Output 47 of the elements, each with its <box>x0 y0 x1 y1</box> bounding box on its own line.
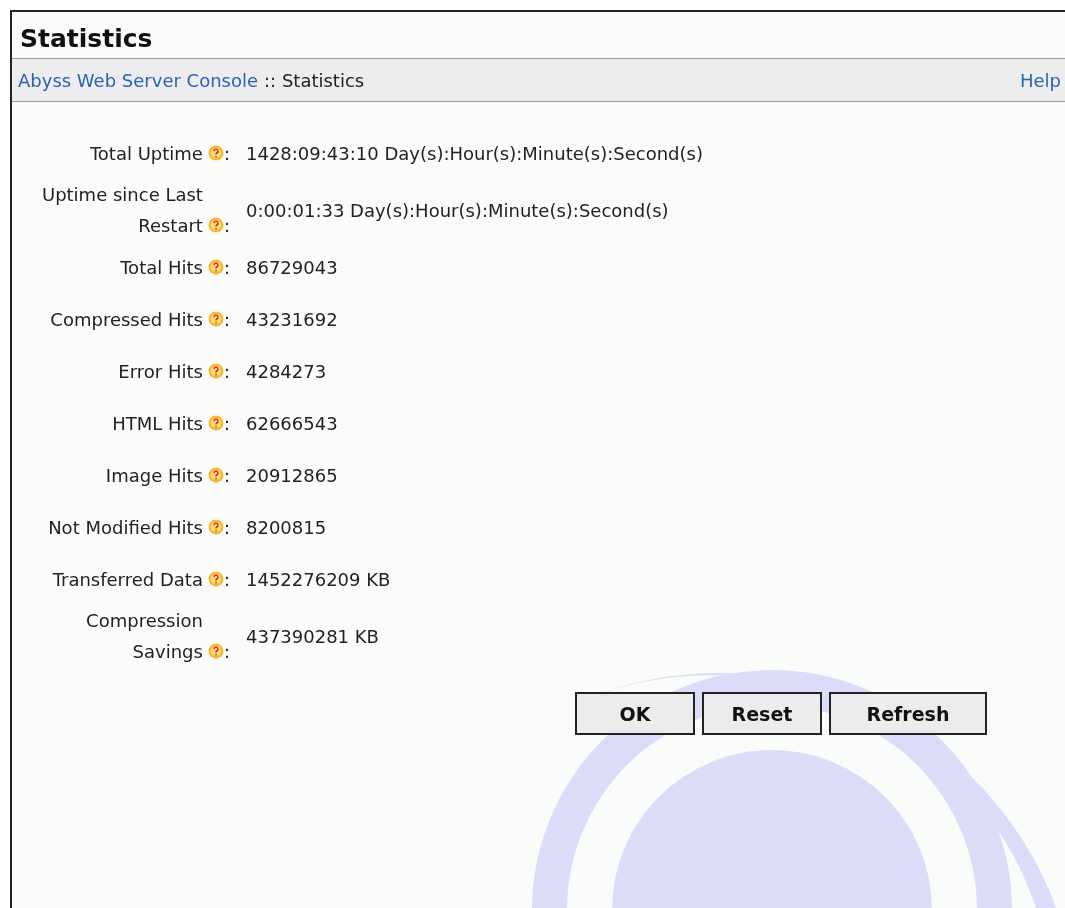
label-colon: : <box>223 141 230 166</box>
label-colon: : <box>223 515 230 540</box>
stat-value: 43231692 <box>246 308 338 330</box>
label-colon: : <box>223 567 230 592</box>
console-link[interactable]: Abyss Web Server Console <box>18 69 259 91</box>
help-icon[interactable] <box>207 217 224 233</box>
stat-value: 62666543 <box>246 412 338 434</box>
label-colon: : <box>223 214 230 238</box>
help-icon[interactable] <box>207 643 224 659</box>
stat-label: Total Hits <box>120 255 203 280</box>
help-icon[interactable] <box>207 570 224 587</box>
stat-value: 437390281 KB <box>246 625 379 647</box>
stat-label: Compressed Hits <box>50 307 203 332</box>
help-icon[interactable] <box>207 144 224 161</box>
breadcrumb-current: :: Statistics <box>264 69 365 91</box>
stat-value: 8200815 <box>246 516 327 538</box>
help-icon[interactable] <box>207 414 224 431</box>
stat-label: Error Hits <box>118 359 203 384</box>
action-button[interactable]: OK <box>575 692 695 735</box>
label-colon: : <box>223 255 230 280</box>
stat-value: 1428:09:43:10 Day(s):Hour(s):Minute(s):Second(s) <box>246 142 703 164</box>
action-button[interactable]: Reset <box>702 692 822 735</box>
stat-label: Total Uptime <box>89 141 203 166</box>
stat-value: 4284273 <box>246 360 327 382</box>
stat-label: Image Hits <box>105 463 203 488</box>
label-colon: : <box>223 359 230 384</box>
help-icon[interactable] <box>207 362 224 379</box>
stat-label: Transferred Data <box>52 567 203 592</box>
stat-value: 86729043 <box>246 256 338 278</box>
label-colon: : <box>223 640 230 664</box>
stat-value: 20912865 <box>246 464 338 486</box>
stat-value: 1452276209 KB <box>246 568 391 590</box>
page-title: Statistics <box>19 23 154 55</box>
help-icon[interactable] <box>207 466 224 483</box>
label-colon: : <box>223 307 230 332</box>
stat-value: 0:00:01:33 Day(s):Hour(s):Minute(s):Second(s) <box>246 199 669 221</box>
label-colon: : <box>223 411 230 436</box>
help-icon[interactable] <box>207 310 224 327</box>
stat-label: Not Modified Hits <box>48 515 203 540</box>
help-link[interactable]: Help <box>1019 69 1061 91</box>
help-icon[interactable] <box>207 258 224 275</box>
label-colon: : <box>223 463 230 488</box>
action-button[interactable]: Refresh <box>829 692 987 735</box>
stat-label: Compression Savings <box>85 609 203 664</box>
help-icon[interactable] <box>207 518 224 535</box>
stat-label: HTML Hits <box>112 411 203 436</box>
stat-label: Uptime since Last Restart <box>40 183 203 238</box>
